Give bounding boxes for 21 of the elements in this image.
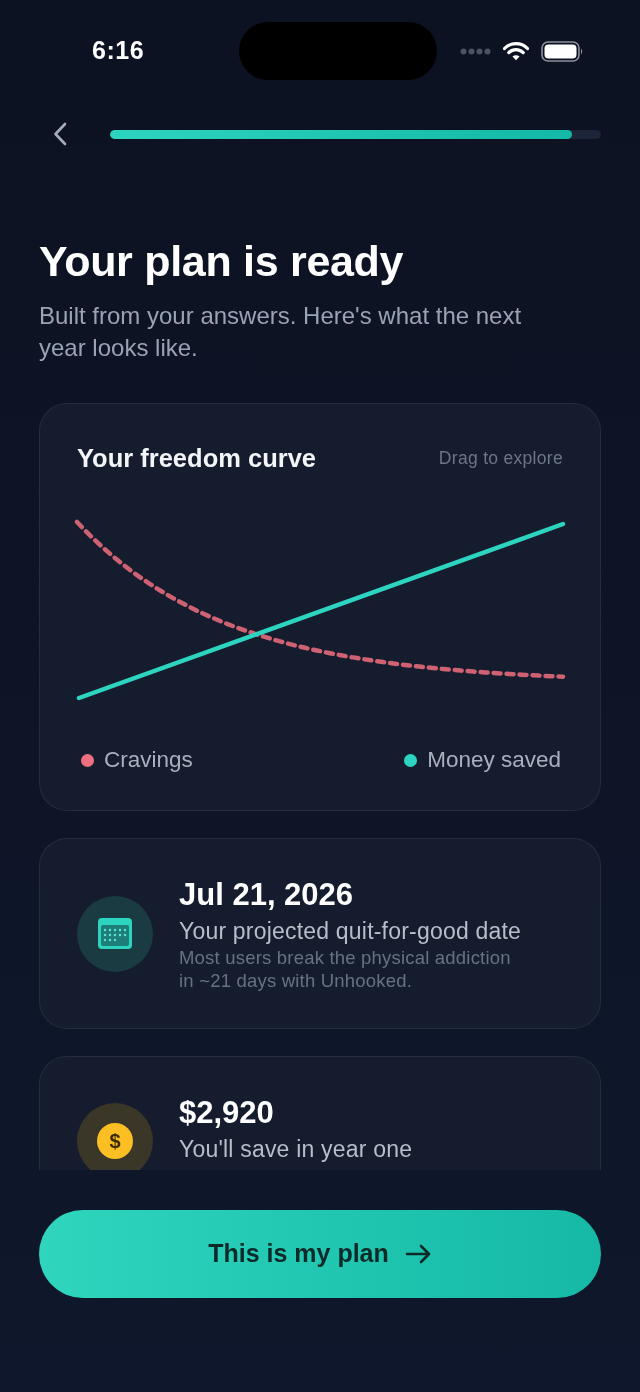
battery-icon xyxy=(541,40,584,62)
status-time: 6:16 xyxy=(92,35,146,67)
calendar-icon xyxy=(77,896,153,972)
wifi-icon xyxy=(503,41,529,61)
confirm-plan-button[interactable]: This is my plan xyxy=(39,1210,601,1298)
chart-hint: Drag to explore xyxy=(438,446,563,470)
legend-label: Money saved xyxy=(427,748,561,772)
arrow-right-icon xyxy=(404,1244,432,1264)
cellular-signal-icon xyxy=(460,47,491,55)
legend-label: Cravings xyxy=(104,748,193,772)
chevron-left-icon xyxy=(53,122,67,146)
stat-value: $2,920 xyxy=(179,1094,275,1131)
page-title: Your plan is ready xyxy=(39,236,405,286)
page-subtitle: Built from your answers. Here's what the next year looks like. xyxy=(39,301,523,363)
dollar-coin-icon: $ xyxy=(77,1103,153,1170)
stat-label: Your projected quit-for-good date xyxy=(179,917,523,945)
back-button[interactable] xyxy=(51,120,69,148)
stat-label: You'll save in year one xyxy=(179,1135,413,1163)
stat-value: Jul 21, 2026 xyxy=(179,876,355,913)
chart-title: Your freedom curve xyxy=(77,443,316,473)
stat-note: Most users break the physical addiction in ~21 days with Unhooked. xyxy=(179,946,512,992)
